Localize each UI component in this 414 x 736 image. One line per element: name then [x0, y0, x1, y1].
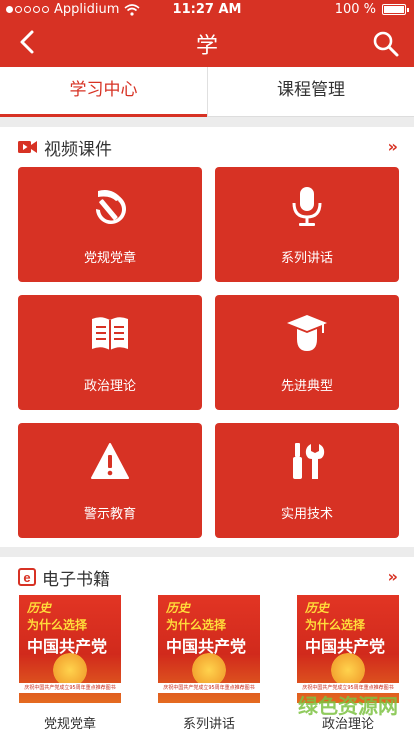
book-section-title: 电子书籍	[42, 569, 110, 590]
book-item[interactable]: 历史 为什么选择 中国共产党 庆祝中国共产党成立95周年重点推荐图书 系列讲话	[158, 595, 260, 732]
book-more-link[interactable]: »	[388, 567, 398, 586]
video-courses-section: 视频课件 » 党规党章 系列讲话 政治理论 先进典型 警示教育 实用技术	[0, 127, 414, 547]
tile-practical-skills[interactable]: 实用技术	[215, 423, 399, 538]
tile-speech-series[interactable]: 系列讲话	[215, 167, 399, 282]
page-title: 学	[195, 34, 218, 59]
tile-party-rules[interactable]: 党规党章	[18, 167, 202, 282]
book-section-header: e 电子书籍	[18, 565, 110, 590]
video-section-header: 视频课件	[18, 135, 112, 160]
tile-advanced-models[interactable]: 先进典型	[215, 295, 399, 410]
tile-political-theory[interactable]: 政治理论	[18, 295, 202, 410]
book-cover: 历史 为什么选择 中国共产党 庆祝中国共产党成立95周年重点推荐图书	[158, 595, 260, 703]
svg-text:e: e	[23, 570, 30, 585]
book-cover: 历史 为什么选择 中国共产党 庆祝中国共产党成立95周年重点推荐图书	[19, 595, 121, 703]
status-bar: Applidium 11:27 AM 100 %	[0, 0, 414, 20]
video-more-link[interactable]: »	[388, 137, 398, 156]
book-item[interactable]: 历史 为什么选择 中国共产党 庆祝中国共产党成立95周年重点推荐图书 党规党章	[19, 595, 121, 732]
book-caption: 系列讲话	[182, 717, 235, 732]
warning-icon	[91, 443, 129, 479]
search-icon[interactable]	[372, 30, 400, 58]
graduate-icon	[287, 315, 327, 351]
tile-label: 系列讲话	[280, 251, 333, 266]
book-cover: 历史 为什么选择 中国共产党 庆祝中国共产党成立95周年重点推荐图书	[297, 595, 399, 703]
tab-course-management[interactable]: 课程管理	[207, 67, 414, 117]
tile-label: 先进典型	[280, 379, 333, 394]
video-camera-icon	[18, 141, 37, 153]
book-icon	[92, 317, 128, 350]
tile-label: 警示教育	[83, 507, 136, 522]
tile-label: 实用技术	[280, 507, 333, 522]
hammer-sickle-icon	[96, 190, 126, 224]
battery-percent: 100 %	[334, 2, 376, 17]
battery-icon	[382, 4, 409, 15]
tile-label: 党规党章	[83, 251, 136, 266]
ebook-icon: e	[18, 568, 36, 586]
tile-warning-education[interactable]: 警示教育	[18, 423, 202, 538]
tile-label: 政治理论	[83, 379, 136, 394]
watermark: 绿色资源网	[298, 694, 398, 718]
tab-study-center[interactable]: 学习中心	[0, 67, 207, 117]
video-section-title: 视频课件	[44, 139, 112, 160]
microphone-icon	[292, 187, 322, 226]
top-bar: Applidium 11:27 AM 100 % 学	[0, 0, 414, 67]
tools-icon	[293, 443, 325, 479]
tab-bar: 学习中心 课程管理	[0, 67, 414, 117]
book-caption: 党规党章	[43, 717, 96, 732]
